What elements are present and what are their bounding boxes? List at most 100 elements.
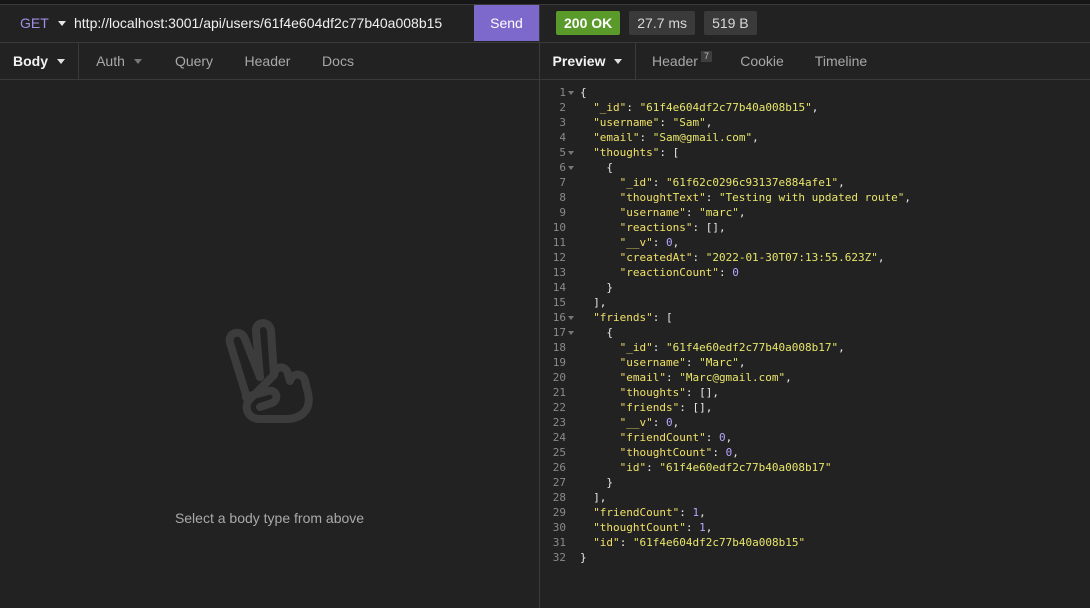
json-punct: ],	[593, 491, 607, 504]
size-badge: 519 B	[704, 11, 757, 35]
tab-timeline[interactable]: Timeline	[796, 43, 886, 79]
tab-preview[interactable]: Preview	[540, 43, 636, 79]
json-punct: ,	[838, 176, 845, 189]
json-key: "username"	[619, 206, 686, 219]
send-button[interactable]: Send	[474, 5, 539, 41]
tab-auth[interactable]: Auth	[79, 43, 159, 79]
tab-response-header[interactable]: Header 7	[636, 43, 728, 79]
json-number: 0	[665, 236, 673, 249]
json-punct: {	[606, 326, 614, 339]
code-line: 6{	[540, 160, 1090, 175]
json-punct: :	[685, 206, 700, 219]
json-punct: :	[659, 116, 673, 129]
line-number: 15	[552, 296, 566, 309]
code-line: 22 "friends": [],	[540, 400, 1090, 415]
json-punct: ,	[811, 101, 819, 114]
fold-gutter	[566, 415, 580, 430]
line-number: 17	[552, 326, 566, 339]
code-line: 3 "username": "Sam",	[540, 115, 1090, 130]
json-punct: ,	[725, 431, 733, 444]
header-count-badge: 7	[700, 50, 712, 62]
code-line: 12 "createdAt": "2022-01-30T07:13:55.623Z…	[540, 250, 1090, 265]
tab-response-header-label: Header	[652, 53, 698, 69]
code-line: 25 "thoughtCount": 0,	[540, 445, 1090, 460]
json-punct: ,	[838, 341, 845, 354]
json-punct: :	[705, 431, 719, 444]
fold-gutter	[566, 250, 580, 265]
json-key: "thoughts"	[593, 146, 660, 159]
empty-state-text: Select a body type from above	[174, 510, 365, 526]
json-key: "id"	[593, 536, 620, 549]
json-preview[interactable]: 1{2 "_id": "61f4e604df2c77b40a008b15", 3 "u…	[540, 85, 1090, 565]
tab-body-label: Body	[13, 53, 48, 69]
code-line: 27}	[540, 475, 1090, 490]
code-line: 17 {	[540, 325, 1090, 340]
fold-toggle[interactable]	[566, 160, 580, 175]
code-line: 24 "friendCount": 0,	[540, 430, 1090, 445]
code-text: "thoughts": [	[580, 145, 679, 160]
url-input[interactable]: http://localhost:3001/api/users/61f4e604…	[68, 5, 474, 41]
json-punct: :	[639, 131, 653, 144]
json-string: "61f4e604df2c77b40a008b15"	[639, 101, 812, 114]
time-badge: 27.7 ms	[629, 11, 696, 35]
tab-cookie[interactable]: Cookie	[728, 43, 796, 79]
code-line: 7 "_id": "61f62c0296c93137e884afe1",	[540, 175, 1090, 190]
json-punct: :	[712, 446, 726, 459]
fold-toggle[interactable]	[566, 85, 580, 100]
line-number: 32	[552, 551, 566, 564]
code-text: ],	[580, 490, 606, 505]
fold-gutter	[566, 265, 580, 280]
line-number: 18	[552, 341, 566, 354]
code-text: "_id": "61f62c0296c93137e884afe1",	[580, 175, 845, 190]
fold-gutter	[566, 340, 580, 355]
tab-docs[interactable]: Docs	[306, 43, 370, 79]
code-line: 21 "thoughts": [],	[540, 385, 1090, 400]
fold-gutter	[566, 175, 580, 190]
code-text: {	[580, 160, 613, 175]
code-line: 14}	[540, 280, 1090, 295]
json-punct: {	[606, 161, 614, 174]
fold-toggle[interactable]	[566, 145, 580, 160]
fold-gutter	[566, 130, 580, 145]
line-number: 23	[552, 416, 566, 429]
line-number: 27	[552, 476, 566, 489]
json-punct: :	[705, 191, 719, 204]
json-key: "thoughts"	[619, 386, 686, 399]
json-string: "61f4e60edf2c77b40a008b17"	[659, 461, 832, 474]
line-number: 12	[552, 251, 566, 264]
json-punct: : [	[659, 146, 680, 159]
json-string: "Marc@gmail.com"	[679, 371, 786, 384]
fold-gutter	[566, 220, 580, 235]
line-number: 26	[552, 461, 566, 474]
chevron-down-icon	[57, 58, 65, 64]
json-punct: ],	[593, 296, 607, 309]
chevron-down-icon	[568, 165, 574, 170]
fold-gutter	[566, 235, 580, 250]
tab-header[interactable]: Header	[229, 43, 306, 79]
json-punct: :	[685, 356, 700, 369]
code-line: 2 "_id": "61f4e604df2c77b40a008b15",	[540, 100, 1090, 115]
json-punct: :	[652, 176, 666, 189]
line-number: 7	[559, 176, 566, 189]
code-line: 8 "thoughtText": "Testing with updated ro…	[540, 190, 1090, 205]
json-number: 0	[665, 416, 673, 429]
line-number: 24	[552, 431, 566, 444]
fold-toggle[interactable]	[566, 325, 580, 340]
json-punct: ,	[699, 506, 706, 519]
tab-query[interactable]: Query	[159, 43, 229, 79]
json-key: "__v"	[619, 416, 653, 429]
fold-gutter	[566, 400, 580, 415]
method-dropdown[interactable]: GET	[0, 5, 68, 41]
line-number: 29	[552, 506, 566, 519]
fold-toggle[interactable]	[566, 310, 580, 325]
json-key: "createdAt"	[619, 251, 693, 264]
json-punct: : [	[652, 311, 673, 324]
code-text: "_id": "61f4e60edf2c77b40a008b17",	[580, 340, 845, 355]
json-punct: ,	[732, 446, 739, 459]
fold-gutter	[566, 550, 580, 565]
json-punct: ,	[672, 236, 680, 249]
code-line: 15],	[540, 295, 1090, 310]
fold-gutter	[566, 100, 580, 115]
tab-body[interactable]: Body	[0, 43, 79, 79]
code-text: "friends": [	[580, 310, 673, 325]
